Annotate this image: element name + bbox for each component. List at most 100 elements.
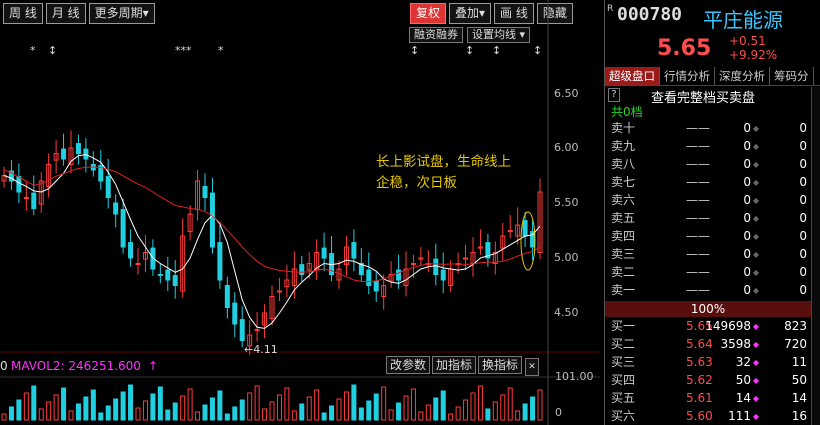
edit-params-button[interactable]: 改参数 bbox=[386, 356, 431, 374]
candle-body bbox=[157, 274, 163, 276]
sell-row[interactable]: 卖二 —— 0 ◆ 0 bbox=[611, 264, 807, 281]
level-volume: 0 bbox=[743, 121, 751, 135]
volume-bar bbox=[217, 390, 223, 421]
level-label: 卖三 bbox=[611, 247, 636, 261]
event-marker[interactable]: ↕ bbox=[533, 44, 542, 57]
volume-bar bbox=[150, 393, 156, 421]
candle-body bbox=[120, 209, 126, 248]
sell-row[interactable]: 卖一 —— 0 ◆ 0 bbox=[611, 282, 807, 299]
buy-row[interactable]: 买一 5.65 149698 ◆ 823 bbox=[611, 318, 807, 335]
volume-bar bbox=[31, 385, 37, 421]
level-price: 5.61 bbox=[686, 391, 713, 405]
candle-body bbox=[209, 192, 215, 248]
candle-body bbox=[31, 192, 37, 210]
scrollbar[interactable] bbox=[811, 87, 820, 425]
level-volume: 0 bbox=[743, 265, 751, 279]
close-indicator-icon[interactable]: ✕ bbox=[525, 358, 539, 376]
volume-bar bbox=[336, 398, 342, 421]
kline-chart-area[interactable]: 周 线 月 线 更多周期▾ 复权 叠加▾ 画 线 隐藏 融资融券 设置均线 ▾ … bbox=[0, 0, 600, 425]
volume-bar bbox=[8, 406, 14, 421]
candle-body bbox=[321, 247, 327, 259]
sell-row[interactable]: 卖六 —— 0 ◆ 0 bbox=[611, 192, 807, 209]
event-marker[interactable]: * bbox=[30, 44, 36, 57]
change-pct: +9.92% bbox=[729, 48, 778, 62]
volume-bar bbox=[366, 400, 372, 421]
level-count: 0 bbox=[799, 211, 807, 225]
tab-chips[interactable]: 筹码分 bbox=[770, 67, 814, 85]
y-tick-label: 6.00 bbox=[554, 141, 579, 154]
volume-bar bbox=[448, 413, 454, 421]
volume-bar bbox=[291, 410, 297, 421]
level-volume: 0 bbox=[743, 193, 751, 207]
volume-bar bbox=[440, 390, 446, 421]
candle-body bbox=[16, 176, 22, 193]
event-marker[interactable]: ↕ bbox=[492, 44, 501, 57]
buy-row[interactable]: 买三 5.63 32 ◆ 11 bbox=[611, 354, 807, 371]
volume-bar bbox=[485, 408, 491, 421]
vol-left-value: 0 bbox=[0, 359, 8, 373]
level-count: 0 bbox=[799, 139, 807, 153]
volume-bar bbox=[522, 403, 528, 421]
add-indicator-button[interactable]: 加指标 bbox=[432, 356, 477, 374]
sell-row[interactable]: 卖十 —— 0 ◆ 0 bbox=[611, 120, 807, 137]
level-label: 买二 bbox=[611, 337, 636, 351]
stock-name[interactable]: 平庄能源 bbox=[703, 4, 783, 33]
diamond-icon: ◆ bbox=[752, 142, 759, 151]
event-marker[interactable]: *** bbox=[175, 44, 192, 57]
level-volume: 0 bbox=[743, 139, 751, 153]
level-volume: 32 bbox=[735, 355, 751, 369]
level-count: 0 bbox=[799, 175, 807, 189]
volume-bar bbox=[515, 410, 521, 421]
volume-bar bbox=[507, 387, 513, 421]
volume-bar bbox=[410, 388, 416, 421]
help-icon[interactable]: ? bbox=[608, 88, 620, 102]
sell-row[interactable]: 卖五 —— 0 ◆ 0 bbox=[611, 210, 807, 227]
candle-body bbox=[83, 148, 89, 160]
level-volume: 0 bbox=[743, 283, 751, 297]
buy-row[interactable]: 买五 5.61 14 ◆ 14 bbox=[611, 390, 807, 407]
volume-bar bbox=[463, 399, 469, 421]
level-label: 买五 bbox=[611, 391, 636, 405]
event-marker[interactable]: ↕ bbox=[410, 44, 419, 57]
full-orderbook-link[interactable]: 查看完整档买卖盘 bbox=[651, 87, 755, 106]
chart-annotation: 长上影试盘，生命线上 企稳，次日板 bbox=[376, 152, 511, 194]
volume-bar bbox=[38, 408, 44, 421]
volume-bar bbox=[433, 397, 439, 421]
volume-bar bbox=[470, 392, 476, 421]
switch-indicator-button[interactable]: 换指标 bbox=[478, 356, 523, 374]
vol-max-label: 101.00 bbox=[555, 370, 594, 383]
volume-bar bbox=[537, 389, 543, 421]
sell-row[interactable]: 卖三 —— 0 ◆ 0 bbox=[611, 246, 807, 263]
event-marker[interactable]: ↕ bbox=[465, 44, 474, 57]
y-tick-label: 5.00 bbox=[554, 251, 579, 264]
sell-row[interactable]: 卖四 —— 0 ◆ 0 bbox=[611, 228, 807, 245]
volume-bar bbox=[418, 411, 424, 421]
level-price: 5.63 bbox=[686, 355, 713, 369]
sell-row[interactable]: 卖九 —— 0 ◆ 0 bbox=[611, 138, 807, 155]
candle-body bbox=[522, 220, 528, 237]
volume-bar bbox=[83, 396, 89, 421]
volume-bar bbox=[276, 394, 282, 421]
ratio-bar: 100% bbox=[605, 301, 811, 317]
sell-row[interactable]: 卖八 —— 0 ◆ 0 bbox=[611, 156, 807, 173]
tab-market-analysis[interactable]: 行情分析 bbox=[660, 67, 715, 85]
volume-bar bbox=[492, 401, 498, 421]
volume-bar bbox=[135, 407, 141, 421]
buy-row[interactable]: 买二 5.64 3598 ◆ 720 bbox=[611, 336, 807, 353]
event-marker[interactable]: ↕ bbox=[48, 44, 57, 57]
volume-bar bbox=[53, 394, 59, 421]
volume-bar bbox=[425, 404, 431, 421]
buy-row[interactable]: 买四 5.62 50 ◆ 50 bbox=[611, 372, 807, 389]
volume-bar bbox=[403, 395, 409, 421]
candle-body bbox=[135, 263, 141, 265]
level-count: 16 bbox=[791, 409, 807, 423]
tab-deep-analysis[interactable]: 深度分析 bbox=[715, 67, 770, 85]
candle-body bbox=[165, 269, 171, 281]
buy-row[interactable]: 买六 5.60 111 ◆ 16 bbox=[611, 408, 807, 425]
volume-bar bbox=[351, 384, 357, 421]
tab-super-orderbook[interactable]: 超级盘口 bbox=[605, 67, 660, 85]
volume-bar bbox=[128, 384, 134, 421]
volume-bar bbox=[373, 393, 379, 421]
sell-row[interactable]: 卖七 —— 0 ◆ 0 bbox=[611, 174, 807, 191]
event-marker[interactable]: * bbox=[218, 44, 224, 57]
